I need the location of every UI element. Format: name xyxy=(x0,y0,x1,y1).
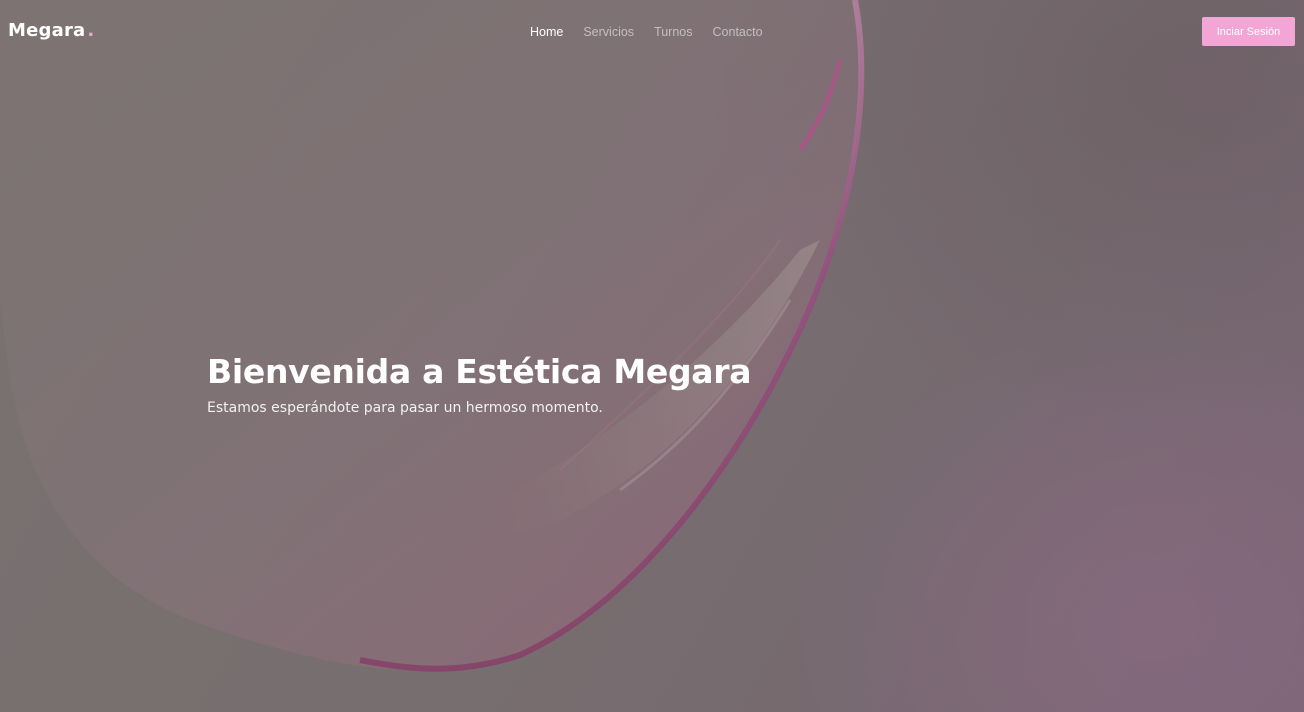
hero-title: Bienvenida a Estética Megara xyxy=(207,352,752,391)
hero-subtitle: Estamos esperándote para pasar un hermos… xyxy=(207,400,603,416)
brand-dot: . xyxy=(87,20,95,41)
nav-item-turnos[interactable]: Turnos xyxy=(654,22,692,42)
hero-section: Bienvenida a Estética Megara Estamos esp… xyxy=(207,350,751,418)
nav-item-contacto[interactable]: Contacto xyxy=(713,22,763,42)
navbar: Megara. Home Servicios Turnos Contacto I… xyxy=(0,0,1304,64)
brand-logo[interactable]: Megara. xyxy=(8,20,94,42)
login-button[interactable]: Inciar Sesión xyxy=(1202,17,1295,46)
nav-item-home[interactable]: Home xyxy=(530,22,563,42)
brand-name: Megara xyxy=(8,20,86,41)
main-nav: Home Servicios Turnos Contacto xyxy=(530,22,763,42)
nav-item-servicios[interactable]: Servicios xyxy=(583,22,634,42)
